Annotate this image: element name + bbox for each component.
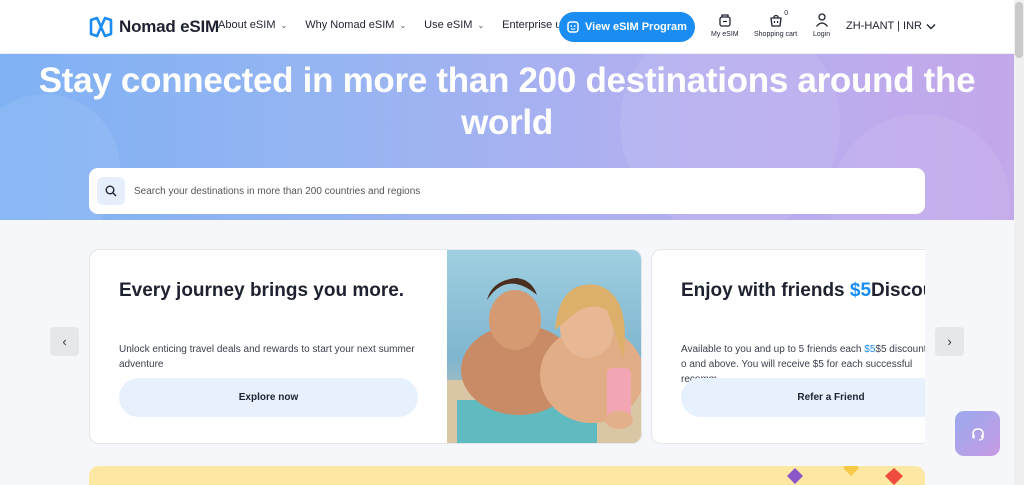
beach-couple-photo [447,250,641,443]
nav-label: Why Nomad eSIM [305,19,395,31]
main-nav: About eSIM ⌄ Why Nomad eSIM ⌄ Use eSIM ⌄… [218,19,600,31]
chevron-down-icon: ⌄ [280,20,288,30]
view-esim-program-button[interactable]: View eSIM Program [559,12,695,42]
login-link[interactable]: Login [813,12,830,38]
search-button[interactable] [97,177,125,205]
search-input[interactable] [134,185,834,197]
destination-search[interactable] [89,168,925,214]
cart-count-badge: 0 [784,10,789,17]
site-header: Nomad eSIM About eSIM ⌄ Why Nomad eSIM ⌄… [0,0,1014,54]
desc-amount: $5 [864,344,876,355]
nav-about-esim[interactable]: About eSIM ⌄ [218,19,287,31]
customer-support-button[interactable] [955,411,1000,456]
nomad-logo-icon [89,16,113,38]
card-title: Every journey brings you more. [119,280,405,301]
hero-banner: Stay connected in more than 200 destinat… [0,54,1014,220]
card-description: Unlock enticing travel deals and rewards… [119,344,415,370]
page-scrollbar[interactable] [1014,0,1024,485]
chevron-down-icon [926,23,936,29]
lang-label: ZH-HANT | INR [846,20,922,32]
cart-label: Shopping cart [754,31,798,38]
promo-card-journey: Every journey brings you more. Unlock en… [89,249,642,444]
card-title: Enjoy with friends $5Discou [681,280,925,302]
nav-label: Use eSIM [424,19,473,31]
headset-icon [971,427,984,441]
card-title-amount: $5 [849,280,872,301]
carousel-next-button[interactable]: › [935,327,964,356]
search-icon [105,185,117,197]
brand-name: Nomad eSIM [119,17,220,36]
nav-why-nomad[interactable]: Why Nomad eSIM ⌄ [305,19,406,31]
chevron-left-icon: ‹ [62,334,67,349]
nav-use-esim[interactable]: Use eSIM ⌄ [424,19,484,31]
shopping-cart-link[interactable]: 0 Shopping cart [754,10,798,38]
shopping-bag-icon [769,14,782,27]
my-esim-label: My eSIM [711,31,739,38]
nav-label: About eSIM [218,19,276,31]
language-currency-selector[interactable]: ZH-HANT | INR [846,20,936,32]
desc-text: Available to you and up to 5 friends eac… [681,344,865,355]
sim-card-icon [719,14,731,27]
carousel-prev-button[interactable]: ‹ [50,327,79,356]
chevron-down-icon: ⌄ [477,20,485,30]
my-esim-link[interactable]: My eSIM [711,12,739,38]
login-label: Login [813,31,831,38]
logo[interactable]: Nomad eSIM [89,16,219,38]
card-title-text: Discou [871,280,925,301]
hero-title: Stay connected in more than 200 destinat… [38,61,976,142]
chevron-right-icon: › [947,334,952,349]
promo-card-refer: Enjoy with friends $5Discou Available to… [651,249,925,444]
card-title-text: Enjoy with friends [681,280,850,301]
decorative-gems-icon [787,466,903,485]
chevron-down-icon: ⌄ [399,20,407,30]
user-icon [815,13,828,27]
scrollbar-thumb[interactable] [1015,2,1023,58]
explore-now-button[interactable]: Explore now [119,378,418,417]
refer-a-friend-button[interactable]: Refer a Friend [681,378,925,417]
cta-label: View eSIM Program [585,21,687,33]
bottom-promo-banner [89,466,925,485]
program-icon [567,21,579,33]
